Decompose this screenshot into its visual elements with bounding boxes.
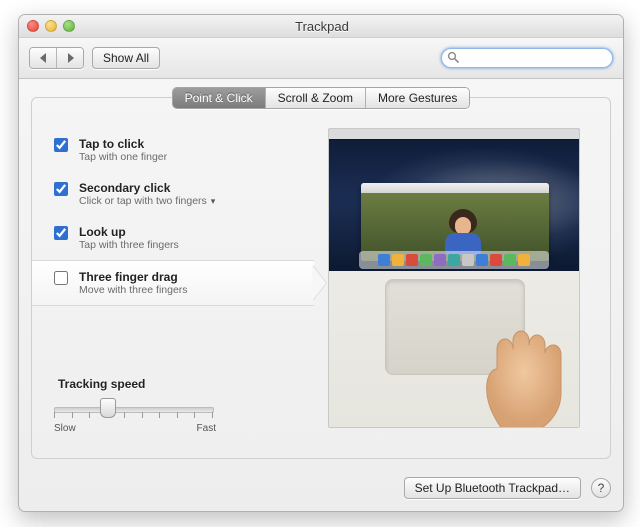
window-title: Trackpad [83,19,561,34]
tracking-speed-section: Tracking speed Slow Fast [32,359,350,446]
gesture-preview [314,120,610,458]
option-checkbox[interactable] [54,182,68,196]
slider-slow-label: Slow [54,423,76,434]
bottom-bar: Set Up Bluetooth Trackpad… ? [31,477,611,499]
option-row[interactable]: Three finger dragMove with three fingers [32,260,314,306]
traffic-lights [27,20,75,32]
option-subtitle: Tap with three fingers [79,239,179,251]
slider-knob[interactable] [100,398,116,418]
search-icon [447,51,459,63]
bluetooth-setup-label: Set Up Bluetooth Trackpad… [415,481,570,495]
dock-app-icon [378,254,390,266]
option-row[interactable]: Look upTap with three fingers [32,216,314,260]
slider-fast-label: Fast [197,423,216,434]
dock-app-icon [518,254,530,266]
tabs-segmented-control: Point & ClickScroll & ZoomMore Gestures [172,87,471,109]
option-title: Secondary click [79,181,215,195]
preview-app-window [361,183,549,261]
option-subtitle: Click or tap with two fingers▾ [79,195,215,207]
preview-desktop [329,129,579,271]
nav-group [29,47,84,69]
preview-box [328,128,580,428]
hand-icon [435,323,580,428]
option-checkbox[interactable] [54,271,68,285]
dock-app-icon [420,254,432,266]
help-icon: ? [598,481,605,495]
back-button[interactable] [30,48,57,68]
prefs-pane: Point & ClickScroll & ZoomMore Gestures … [31,97,611,459]
tab-point-click[interactable]: Point & Click [173,88,265,108]
option-title: Look up [79,225,179,239]
close-button[interactable] [27,20,39,32]
search-input[interactable] [441,48,613,68]
zoom-button[interactable] [63,20,75,32]
dock-app-icon [406,254,418,266]
option-title: Tap to click [79,137,167,151]
dock-app-icon [448,254,460,266]
preview-dock [359,251,549,269]
option-subtitle: Tap with one finger [79,151,167,163]
tracking-speed-slider[interactable] [54,399,214,419]
prefs-window: Trackpad Show All Point & ClickScroll & … [18,14,624,512]
show-all-label: Show All [103,51,149,65]
help-button[interactable]: ? [591,478,611,498]
option-checkbox[interactable] [54,226,68,240]
forward-button[interactable] [57,48,83,68]
bluetooth-setup-button[interactable]: Set Up Bluetooth Trackpad… [404,477,581,499]
dock-app-icon [490,254,502,266]
minimize-button[interactable] [45,20,57,32]
option-row[interactable]: Secondary clickClick or tap with two fin… [32,172,314,216]
option-checkbox[interactable] [54,138,68,152]
preview-trackpad-area [329,271,579,427]
chevron-down-icon[interactable]: ▾ [211,196,216,206]
dock-app-icon [504,254,516,266]
tracking-speed-title: Tracking speed [58,377,332,391]
option-row[interactable]: Tap to clickTap with one finger [32,128,314,172]
tab-more-gestures[interactable]: More Gestures [365,88,469,108]
toolbar: Show All [19,38,623,79]
dock-app-icon [476,254,488,266]
tab-scroll-zoom[interactable]: Scroll & Zoom [265,88,365,108]
dock-app-icon [434,254,446,266]
option-subtitle: Move with three fingers [79,284,188,296]
option-title: Three finger drag [79,270,188,284]
titlebar: Trackpad [19,15,623,38]
search-field-wrap [441,48,613,68]
show-all-button[interactable]: Show All [92,47,160,69]
dock-app-icon [392,254,404,266]
dock-app-icon [462,254,474,266]
